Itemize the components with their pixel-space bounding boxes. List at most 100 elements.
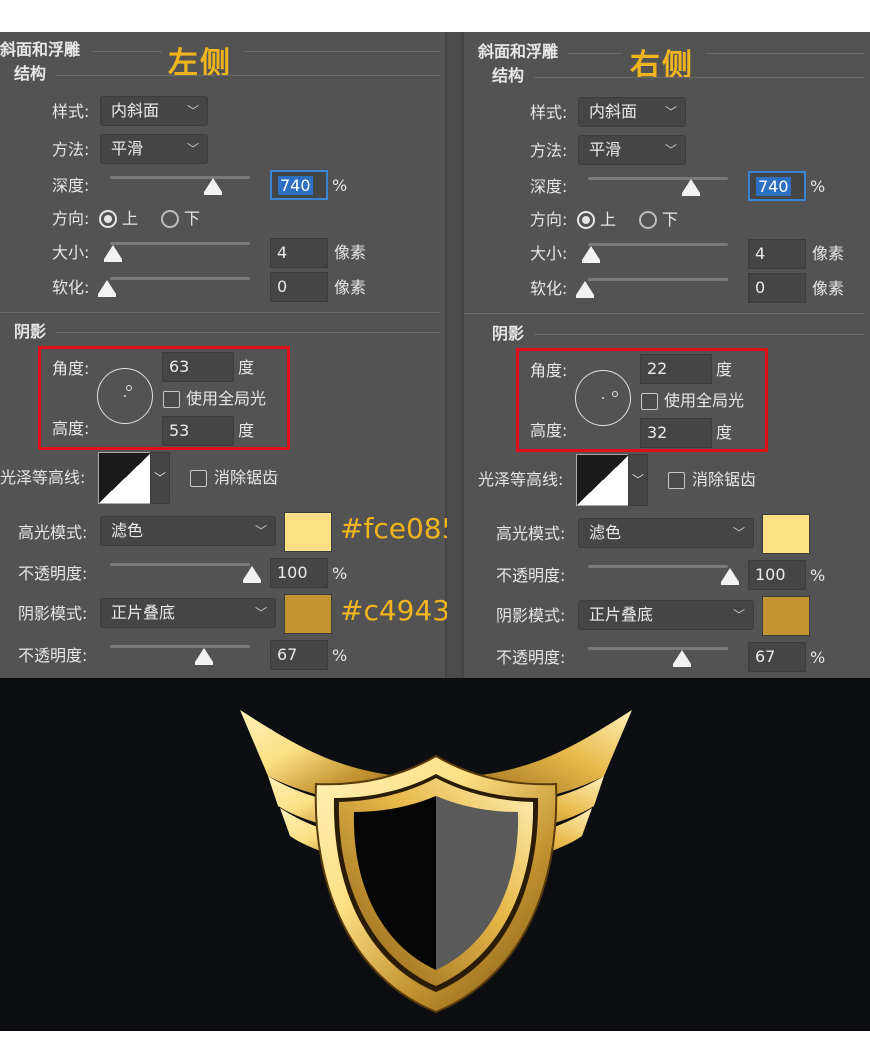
structure-label: 结构 [492, 66, 525, 85]
highlight-opacity-thumb[interactable] [243, 566, 261, 583]
angle-input[interactable]: 22 [640, 354, 712, 384]
section-title: 斜面和浮雕 [0, 40, 81, 59]
antialias-checkbox[interactable] [190, 470, 207, 487]
shadow-opacity-thumb[interactable] [673, 650, 691, 667]
soften-label: 软化: [52, 278, 90, 297]
size-label: 大小: [52, 243, 90, 262]
shading-label: 阴影 [492, 324, 525, 343]
altitude-label: 高度: [52, 419, 90, 438]
style-select[interactable]: 内斜面 ﹀ [100, 96, 208, 126]
direction-up-radio[interactable] [99, 210, 117, 228]
soften-slider-thumb[interactable] [576, 281, 594, 298]
chevron-down-icon: ﹀ [631, 473, 644, 487]
highlight-opacity-label: 不透明度: [18, 564, 88, 583]
soften-slider-thumb[interactable] [98, 280, 116, 297]
gloss-contour-dropdown[interactable]: ﹀ [628, 454, 648, 506]
shadow-opacity-thumb[interactable] [195, 648, 213, 665]
angle-input[interactable]: 63 [162, 352, 234, 382]
bottom-margin [0, 1031, 870, 1061]
highlight-opacity-thumb[interactable] [721, 568, 739, 585]
highlight-mode-label: 高光模式: [496, 524, 566, 543]
direction-down-radio[interactable] [639, 211, 657, 229]
size-slider-thumb[interactable] [582, 246, 600, 263]
shadow-opacity-slider[interactable] [110, 645, 250, 648]
direction-down-radio[interactable] [161, 210, 179, 228]
style-select[interactable]: 内斜面 ﹀ [578, 97, 686, 127]
highlight-opacity-input[interactable]: 100 [270, 558, 328, 588]
shadow-mode-select[interactable]: 正片叠底 ﹀ [100, 598, 276, 628]
size-label: 大小: [530, 244, 568, 263]
highlight-opacity-unit: % [332, 564, 348, 583]
chevron-down-icon: ﹀ [732, 526, 745, 540]
global-light-label: 使用全局光 [186, 389, 267, 408]
panel-divider [447, 32, 462, 678]
soften-slider[interactable] [588, 278, 728, 281]
altitude-input[interactable]: 32 [640, 418, 712, 448]
depth-label: 深度: [52, 176, 90, 195]
technique-select[interactable]: 平滑 ﹀ [100, 134, 208, 164]
highlight-opacity-input[interactable]: 100 [748, 560, 806, 590]
depth-input[interactable]: 740 [748, 171, 806, 201]
depth-slider-thumb[interactable] [204, 178, 222, 195]
shadow-mode-label: 阴影模式: [18, 604, 88, 623]
shadow-opacity-slider[interactable] [588, 647, 728, 650]
left-panel: 斜面和浮雕 左侧 结构 样式: 内斜面 ﹀ 方法: 平滑 ﹀ 深度: 740 % 方… [0, 32, 468, 678]
soften-input[interactable]: 0 [270, 272, 328, 302]
shading-label: 阴影 [14, 322, 47, 341]
angle-dial[interactable] [575, 370, 631, 426]
shadow-opacity-unit: % [810, 648, 826, 667]
shadow-color-swatch[interactable] [762, 596, 810, 636]
depth-input[interactable]: 740 [270, 170, 328, 200]
technique-select[interactable]: 平滑 ﹀ [578, 135, 686, 165]
direction-down-label: 下 [184, 209, 201, 228]
highlight-mode-select[interactable]: 滤色 ﹀ [100, 516, 276, 546]
global-light-checkbox[interactable] [163, 391, 180, 408]
section-title: 斜面和浮雕 [478, 42, 559, 61]
direction-up-label: 上 [600, 210, 617, 229]
shadow-opacity-input[interactable]: 67 [270, 640, 328, 670]
size-slider[interactable] [588, 243, 728, 246]
chevron-down-icon: ﹀ [153, 471, 166, 485]
size-slider[interactable] [110, 242, 250, 245]
shadow-mode-select[interactable]: 正片叠底 ﹀ [578, 600, 754, 630]
right-panel: 斜面和浮雕 右侧 结构 样式: 内斜面 ﹀ 方法: 平滑 ﹀ 深度: 740 % 方… [462, 32, 870, 678]
angle-label: 角度: [530, 361, 568, 380]
gloss-contour-swatch[interactable] [576, 454, 630, 506]
global-light-checkbox[interactable] [641, 393, 658, 410]
size-input[interactable]: 4 [748, 239, 806, 269]
direction-up-radio[interactable] [577, 211, 595, 229]
depth-slider[interactable] [588, 177, 728, 180]
shadow-mode-label: 阴影模式: [496, 606, 566, 625]
gloss-contour-dropdown[interactable]: ﹀ [150, 452, 170, 504]
global-light-label: 使用全局光 [664, 391, 745, 410]
soften-input[interactable]: 0 [748, 273, 806, 303]
highlight-hex-label: #fce085 [340, 512, 460, 545]
soften-unit: 像素 [812, 279, 845, 298]
layer-style-panels: 斜面和浮雕 左侧 结构 样式: 内斜面 ﹀ 方法: 平滑 ﹀ 深度: 740 % 方… [0, 32, 870, 678]
highlight-opacity-slider[interactable] [588, 565, 728, 568]
gloss-contour-swatch[interactable] [98, 452, 152, 504]
depth-slider-thumb[interactable] [682, 179, 700, 196]
size-slider-thumb[interactable] [104, 245, 122, 262]
depth-slider[interactable] [110, 176, 250, 179]
altitude-input[interactable]: 53 [162, 416, 234, 446]
highlight-mode-select[interactable]: 滤色 ﹀ [578, 518, 754, 548]
highlight-color-swatch[interactable] [284, 512, 332, 552]
chevron-down-icon: ﹀ [732, 608, 745, 622]
angle-unit: 度 [238, 358, 255, 377]
antialias-label: 消除锯齿 [692, 470, 757, 489]
shadow-color-swatch[interactable] [284, 594, 332, 634]
structure-label: 结构 [14, 64, 47, 83]
altitude-unit: 度 [716, 423, 733, 442]
direction-down-label: 下 [662, 210, 679, 229]
shadow-opacity-input[interactable]: 67 [748, 642, 806, 672]
shadow-opacity-label: 不透明度: [496, 648, 566, 667]
shadow-opacity-unit: % [332, 646, 348, 665]
highlight-color-swatch[interactable] [762, 514, 810, 554]
antialias-checkbox[interactable] [668, 472, 685, 489]
angle-dial[interactable] [97, 368, 153, 424]
shield-preview [0, 678, 870, 1031]
soften-slider[interactable] [110, 277, 250, 280]
highlight-opacity-slider[interactable] [110, 563, 250, 566]
size-input[interactable]: 4 [270, 238, 328, 268]
